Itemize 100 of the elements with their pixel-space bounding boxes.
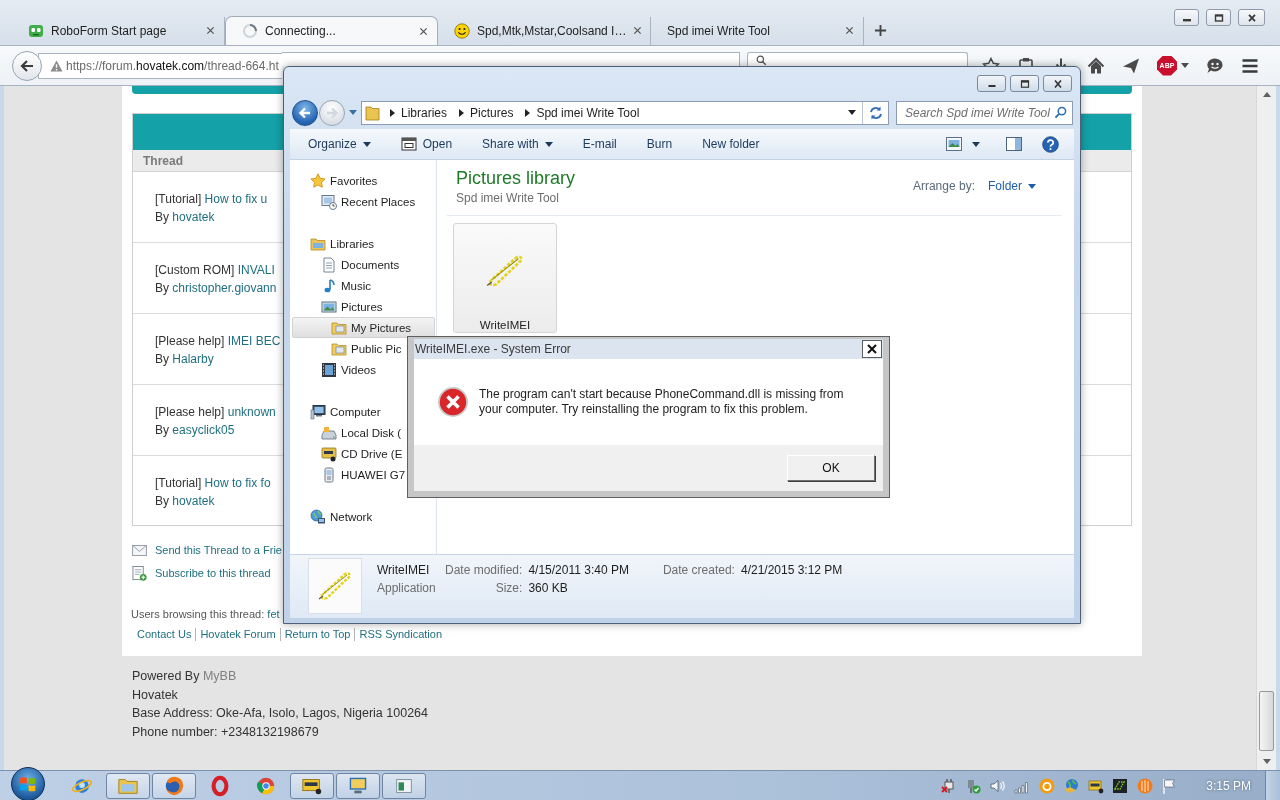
sidebar-item[interactable]: My Pictures <box>292 317 435 338</box>
close-icon[interactable] <box>845 26 854 35</box>
breadcrumb-item[interactable]: Pictures <box>470 105 514 120</box>
thread-link[interactable]: INVALI <box>237 263 275 277</box>
address-bar[interactable]: Libraries Pictures Spd imei Write Tool <box>361 100 889 125</box>
taskbar-button[interactable] <box>336 772 380 799</box>
sidebar-item[interactable]: Network <box>292 506 435 527</box>
picture-icon <box>321 298 337 315</box>
folder-icon <box>331 319 347 336</box>
breadcrumb-item[interactable]: Spd imei Write Tool <box>536 105 640 120</box>
browser-tab[interactable]: RoboForm Start page <box>12 16 225 45</box>
sidebar-item[interactable]: Favorites <box>292 170 435 191</box>
ok-button[interactable]: OK <box>787 455 875 481</box>
author-link[interactable]: christopher.giovann <box>172 281 277 295</box>
close-icon[interactable] <box>633 26 643 35</box>
menu-icon[interactable] <box>1241 56 1259 75</box>
arrow-left-icon <box>298 105 312 120</box>
speaker-icon[interactable] <box>989 777 1006 794</box>
home-icon[interactable] <box>1087 56 1105 75</box>
refresh-arrows-icon <box>867 104 884 121</box>
phone-icon <box>321 466 337 483</box>
caret-icon[interactable] <box>1181 63 1189 68</box>
globe-icon <box>163 774 185 797</box>
thread-link[interactable]: unknown <box>227 405 276 419</box>
chip-icon[interactable] <box>1112 777 1129 794</box>
browser-tab[interactable]: Spd imei Write Tool <box>651 16 864 45</box>
footer-link[interactable]: RSS Syndication <box>354 627 446 641</box>
taskbar-button[interactable] <box>290 772 334 799</box>
minimize-button[interactable] <box>1174 9 1199 26</box>
back-button[interactable] <box>292 99 318 126</box>
chat-bubble-icon[interactable] <box>1206 56 1224 75</box>
thread-link[interactable]: How to fix fo <box>204 476 271 490</box>
search-field[interactable]: Search Spd imei Write Tool <box>896 100 1073 125</box>
byline-label: By <box>155 352 169 366</box>
caret-icon[interactable] <box>972 141 980 147</box>
scrollbar[interactable] <box>1256 86 1276 770</box>
sidebar-item[interactable]: Documents <box>292 254 435 275</box>
arrange-dropdown[interactable]: Folder <box>988 179 1036 193</box>
plus-icon[interactable] <box>874 24 887 37</box>
window-clock-icon <box>321 193 337 210</box>
close-button[interactable] <box>1043 75 1072 92</box>
breadcrumb-item[interactable]: Libraries <box>401 105 448 120</box>
footer-link[interactable]: Hovatek Forum <box>195 627 280 641</box>
view-icon[interactable] <box>946 137 962 151</box>
browser-tab[interactable]: Spd,Mtk,Mstar,Coolsand I… <box>438 16 651 45</box>
sidebar-item[interactable]: Pictures <box>292 296 435 317</box>
scroll-up-icon[interactable] <box>1262 92 1271 97</box>
minimize-button[interactable] <box>977 75 1006 92</box>
author-link[interactable]: easyclick05 <box>172 423 235 437</box>
close-button[interactable] <box>862 340 882 358</box>
user-link[interactable]: fet <box>267 608 280 620</box>
film-icon <box>321 361 337 378</box>
browser-tab[interactable]: Connecting... <box>225 16 438 45</box>
taskbar-button[interactable] <box>152 772 196 799</box>
error-icon <box>437 386 469 418</box>
caret-right-icon[interactable] <box>525 108 531 117</box>
star-icon[interactable] <box>982 57 1000 66</box>
plug-check-icon[interactable] <box>965 777 982 794</box>
close-button[interactable] <box>1238 9 1265 26</box>
action-link[interactable]: Subscribe to this thread <box>155 567 271 579</box>
caret-right-icon[interactable] <box>390 108 395 117</box>
help-icon[interactable] <box>1042 135 1059 153</box>
address-field[interactable]: https://forum.hovatek.com/thread-664.ht <box>38 52 282 79</box>
search-field[interactable] <box>747 52 968 66</box>
close-icon[interactable] <box>419 26 428 36</box>
maximize-button[interactable] <box>1010 75 1039 92</box>
file-item[interactable]: WriteIMEI <box>453 223 557 333</box>
flag-icon[interactable] <box>1161 777 1178 794</box>
back-button[interactable] <box>12 50 42 81</box>
sidebar-item[interactable]: Music <box>292 275 435 296</box>
action-link[interactable]: Send this Thread to a Frie <box>155 544 282 556</box>
power-plug-icon[interactable] <box>940 777 957 794</box>
card-reader-icon[interactable] <box>1087 777 1104 794</box>
thread-link[interactable]: How to fix u <box>204 192 268 206</box>
library-subtitle: Spd imei Write Tool <box>456 190 559 206</box>
clipboard-icon[interactable] <box>1017 57 1035 66</box>
close-icon[interactable] <box>206 26 215 35</box>
sidebar-item[interactable]: Recent Places <box>292 191 435 212</box>
thread-link[interactable]: IMEI BEC <box>227 334 281 348</box>
start-button[interactable] <box>11 766 45 800</box>
caret-right-icon[interactable] <box>459 108 465 117</box>
property-label: Date created: <box>662 562 735 579</box>
preview-pane-icon[interactable] <box>1006 137 1022 151</box>
restore-button[interactable] <box>1206 9 1231 26</box>
file-name: WriteIMEI <box>377 562 430 579</box>
author-link[interactable]: hovatek <box>172 494 215 508</box>
scroll-down-icon[interactable] <box>1262 759 1271 764</box>
footer-link[interactable]: Contact Us <box>137 627 196 641</box>
sidebar-item[interactable]: Libraries <box>292 233 435 254</box>
paper-plane-icon[interactable] <box>1122 56 1140 75</box>
smiley-icon <box>454 22 470 39</box>
caret-icon <box>1028 183 1036 189</box>
thread-prefix: [Tutorial] <box>155 476 202 490</box>
document-icon <box>321 256 337 273</box>
footer-link[interactable]: Return to Top <box>279 627 355 641</box>
robot-icon <box>28 22 44 39</box>
document-plus-icon <box>132 565 147 581</box>
scroll-thumb[interactable] <box>1259 691 1274 751</box>
author-link[interactable]: Halarby <box>172 352 214 366</box>
author-link[interactable]: hovatek <box>172 210 215 224</box>
